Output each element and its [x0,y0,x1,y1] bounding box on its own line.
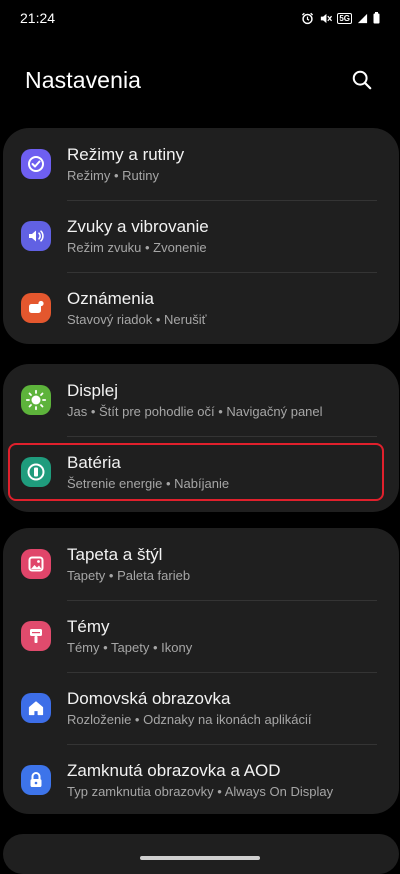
item-title: Oznámenia [67,289,154,308]
setting-item-modes-routines[interactable]: Režimy a rutiny Režimy • Rutiny [3,128,399,200]
sound-icon [21,221,51,251]
item-title: Domovská obrazovka [67,689,231,708]
item-subtitle: Režim zvuku • Zvonenie [67,240,207,255]
settings-group-4-peek [3,834,399,874]
themes-icon [21,621,51,651]
wallpaper-icon [21,549,51,579]
setting-item-display[interactable]: Displej Jas • Štít pre pohodlie očí • Na… [3,364,399,436]
search-button[interactable] [348,66,376,94]
status-bar: 21:24 5G [0,0,400,36]
setting-item-themes[interactable]: Témy Témy • Tapety • Ikony [3,600,399,672]
item-title: Režimy a rutiny [67,145,185,164]
item-subtitle: Tapety • Paleta farieb [67,568,191,583]
item-subtitle: Šetrenie energie • Nabíjanie [67,476,230,491]
network-badge: 5G [337,12,352,24]
header: Nastavenia [0,56,400,104]
item-subtitle: Jas • Štít pre pohodlie očí • Navigačný … [67,404,323,419]
battery-status-icon [373,12,380,24]
setting-item-home-screen[interactable]: Domovská obrazovka Rozloženie • Odznaky … [3,672,399,744]
setting-item-sounds-vibration[interactable]: Zvuky a vibrovanie Režim zvuku • Zvoneni… [3,200,399,272]
settings-group-2: Displej Jas • Štít pre pohodlie očí • Na… [3,364,399,512]
home-screen-icon [21,693,51,723]
modes-routines-icon [21,149,51,179]
item-title: Batéria [67,453,121,472]
item-title: Displej [67,381,119,400]
settings-group-3: Tapeta a štýl Tapety • Paleta farieb Tém… [3,528,399,814]
item-subtitle: Rozloženie • Odznaky na ikonách aplikáci… [67,712,312,727]
notifications-icon [21,293,51,323]
settings-group-1: Režimy a rutiny Režimy • Rutiny Zvuky a … [3,128,399,344]
mute-icon [319,12,333,25]
item-subtitle: Stavový riadok • Nerušiť [67,312,207,327]
search-icon [352,70,372,90]
item-title: Tapeta a štýl [67,545,163,564]
alarm-icon [301,12,314,25]
status-icons: 5G [301,12,380,25]
setting-item-lock-screen[interactable]: Zamknutá obrazovka a AOD Typ zamknutia o… [3,744,399,816]
item-title: Zvuky a vibrovanie [67,217,209,236]
navigation-handle[interactable] [140,856,260,860]
status-time: 21:24 [20,10,56,26]
setting-item-notifications[interactable]: Oznámenia Stavový riadok • Nerušiť [3,272,399,344]
item-subtitle: Režimy • Rutiny [67,168,159,183]
setting-item-battery[interactable]: Batéria Šetrenie energie • Nabíjanie [3,436,399,508]
battery-icon [21,457,51,487]
lock-icon [21,765,51,795]
display-icon [21,385,51,415]
item-subtitle: Typ zamknutia obrazovky • Always On Disp… [67,784,334,799]
setting-item-wallpaper-style[interactable]: Tapeta a štýl Tapety • Paleta farieb [3,528,399,600]
page-title: Nastavenia [25,66,142,93]
item-title: Témy [67,617,110,636]
signal-icon [357,13,368,24]
item-title: Zamknutá obrazovka a AOD [67,761,281,780]
item-subtitle: Témy • Tapety • Ikony [67,640,193,655]
